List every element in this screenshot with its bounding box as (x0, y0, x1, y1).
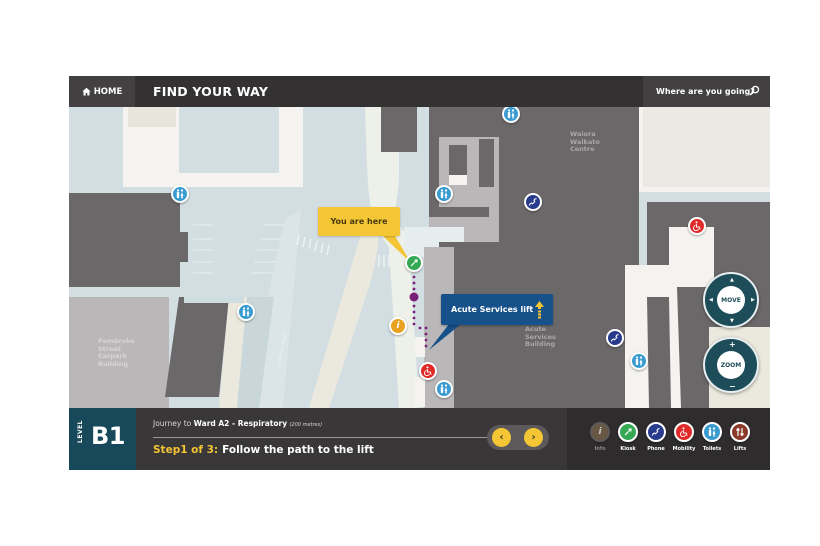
toilets-icon (175, 189, 185, 199)
building-label-pembroke-carpark: Pembroke Street Carpark Building (98, 337, 135, 368)
search-button[interactable]: Where are you going? (643, 76, 770, 107)
wayfinding-kiosk: HOME FIND YOUR WAY Where are you going? (69, 76, 770, 470)
journey-prefix: Journey to (153, 419, 192, 428)
toilets-icon (241, 307, 251, 317)
wheelchair-icon (423, 366, 433, 376)
legend-info[interactable]: i Info (586, 422, 614, 452)
phone-pin[interactable] (606, 329, 624, 347)
next-step-button[interactable]: › (524, 428, 543, 447)
level-word: LEVEL (77, 420, 84, 443)
home-icon (82, 87, 91, 96)
kiosk-pin-you-are-here[interactable] (405, 254, 423, 272)
legend-phone[interactable]: Phone (642, 422, 670, 452)
zoom-out-button[interactable]: − (729, 383, 736, 391)
move-control[interactable]: ▲ ▼ ◀ ▶ MOVE (703, 272, 759, 328)
arrow-up-icon (535, 301, 544, 319)
toilets-icon (439, 189, 449, 199)
level-indicator: LEVEL B1 (69, 408, 136, 470)
you-are-here-callout: You are here (318, 207, 400, 236)
step-navigation: ‹ › (487, 425, 549, 450)
wheelchair-icon (692, 221, 702, 231)
kiosk-icon (618, 422, 638, 442)
legend-label: Phone (647, 446, 665, 452)
pan-down-icon[interactable]: ▼ (730, 319, 734, 324)
legend-filters: i Info Kiosk Phone Mobility Toilets Lift… (567, 408, 770, 470)
mobility-pin[interactable] (419, 362, 437, 380)
wheelchair-icon (674, 422, 694, 442)
legend-label: Info (594, 446, 606, 452)
previous-step-button[interactable]: ‹ (492, 428, 511, 447)
lift-callout: Acute Services lift (441, 294, 553, 325)
floor-map[interactable]: Waiora Waikato Centre Acute Services Buildin… (69, 105, 770, 408)
zoom-in-button[interactable]: + (729, 341, 736, 349)
phone-icon (610, 333, 620, 343)
home-label: HOME (93, 86, 123, 97)
zoom-control[interactable]: + − ZOOM (703, 337, 759, 393)
phone-icon (528, 197, 538, 207)
journey-distance: (200 metres) (289, 422, 323, 428)
building-label-acute-services: Acute Services Building (525, 325, 556, 348)
pan-right-icon[interactable]: ▶ (751, 298, 755, 303)
kiosk-icon (409, 258, 419, 268)
building-label-waiora: Waiora Waikato Centre (570, 130, 600, 153)
step-text: Follow the path to the lift (222, 444, 374, 456)
toilets-pin[interactable] (435, 380, 453, 398)
legend-lifts[interactable]: Lifts (726, 422, 754, 452)
pan-left-icon[interactable]: ◀ (709, 298, 713, 303)
toilets-icon (506, 109, 516, 119)
search-icon (749, 85, 760, 96)
journey-bar: LEVEL B1 Journey to Ward A2 - Respirator… (69, 408, 770, 470)
phone-pin[interactable] (524, 193, 542, 211)
toilets-pin[interactable] (630, 352, 648, 370)
legend-kiosk[interactable]: Kiosk (614, 422, 642, 452)
lifts-icon (730, 422, 750, 442)
legend-label: Mobility (672, 446, 696, 452)
info-icon: i (590, 422, 610, 442)
toilets-icon (439, 384, 449, 394)
home-button[interactable]: HOME (69, 76, 135, 107)
top-bar: HOME FIND YOUR WAY Where are you going? (69, 76, 770, 107)
legend-label: Kiosk (620, 446, 636, 452)
pan-up-icon[interactable]: ▲ (730, 278, 734, 283)
toilets-icon (634, 356, 644, 366)
toilets-pin[interactable] (435, 185, 453, 203)
toilets-pin[interactable] (502, 105, 520, 123)
search-label: Where are you going? (656, 87, 755, 96)
toilets-pin[interactable] (237, 303, 255, 321)
info-pin[interactable]: i (389, 317, 407, 335)
journey-destination: Ward A2 - Respiratory (193, 419, 288, 428)
move-label: MOVE (717, 286, 745, 314)
legend-mobility[interactable]: Mobility (670, 422, 698, 452)
journey-summary: Journey to Ward A2 - Respiratory (200 me… (153, 419, 322, 428)
toilets-pin[interactable] (171, 185, 189, 203)
info-icon: i (396, 321, 400, 331)
toilets-icon (702, 422, 722, 442)
lift-callout-label: Acute Services lift (451, 305, 534, 314)
legend-label: Toilets (702, 446, 722, 452)
level-value: B1 (91, 422, 126, 450)
journey-divider (153, 437, 498, 438)
legend-label: Lifts (733, 446, 747, 452)
legend-toilets[interactable]: Toilets (698, 422, 726, 452)
page-title: FIND YOUR WAY (153, 84, 269, 99)
phone-icon (646, 422, 666, 442)
zoom-label: ZOOM (717, 351, 745, 379)
step-instruction: Step1 of 3: Follow the path to the lift (153, 444, 374, 456)
mobility-pin[interactable] (688, 217, 706, 235)
step-number: Step1 of 3: (153, 444, 219, 456)
